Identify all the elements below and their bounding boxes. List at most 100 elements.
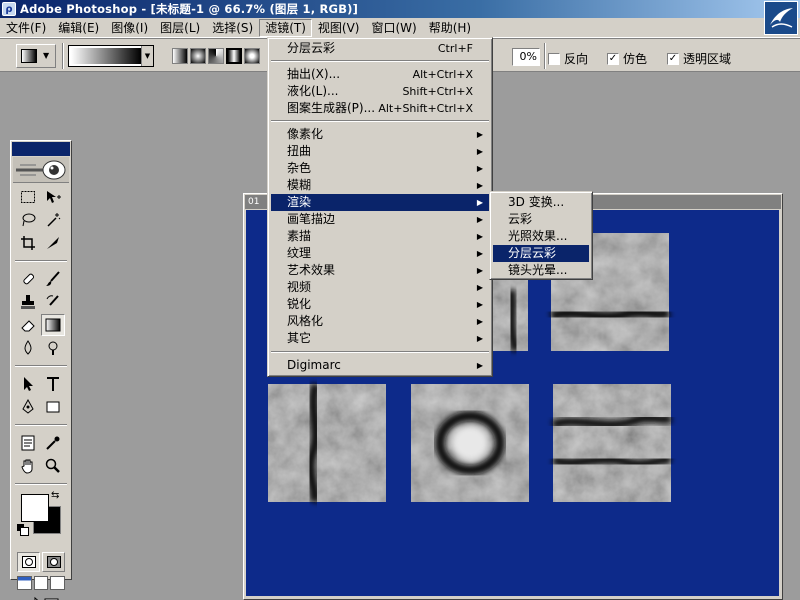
menu-item-video[interactable]: 视频 ▶ [271,279,489,296]
submenu-arrow-icon: ▶ [476,283,483,292]
clone-stamp-tool-icon[interactable] [16,291,40,313]
gradient-tool-icon[interactable] [41,314,65,336]
menu-item-clouds[interactable]: 云彩 [493,211,589,228]
default-colors-icon[interactable] [17,524,29,536]
submenu-label: 画笔描边 [287,212,336,226]
menu-image[interactable]: 图像(I) [105,19,154,37]
quick-mask-mode-button[interactable] [42,552,65,572]
gradient-dropdown-arrow-icon[interactable]: ▼ [141,46,153,66]
last-filter-label: 分层云彩 [287,41,336,55]
menu-item-texture[interactable]: 纹理 ▶ [271,245,489,262]
dither-checkbox[interactable]: ✓ [607,52,619,65]
menu-item-render[interactable]: 渲染 ▶ [271,194,489,211]
full-screen-menu-mode-icon[interactable] [33,576,49,590]
menu-item-liquify[interactable]: 液化(L)... Shift+Ctrl+X [271,83,489,100]
dither-option[interactable]: ✓ 仿色 [607,50,647,67]
zoom-tool-icon[interactable] [41,455,65,477]
reflected-gradient-button[interactable] [226,48,242,64]
shortcut-label: Alt+Shift+Ctrl+X [378,102,473,115]
menu-item-stylize[interactable]: 风格化 ▶ [271,313,489,330]
diamond-gradient-button[interactable] [244,48,260,64]
menu-item-brush-strokes[interactable]: 画笔描边 ▶ [271,211,489,228]
submenu-label: 像素化 [287,127,324,141]
swap-colors-icon[interactable]: ⇆ [51,490,59,501]
linear-gradient-button[interactable] [172,48,188,64]
submenu-arrow-icon: ▶ [476,147,483,156]
type-tool-icon[interactable] [41,373,65,395]
gradient-swatch[interactable] [71,48,141,64]
shortcut-label: Alt+Ctrl+X [412,68,473,81]
menu-filter[interactable]: 滤镜(T) [259,18,312,37]
menu-item-artistic[interactable]: 艺术效果 ▶ [271,262,489,279]
menu-item-pattern-maker[interactable]: 图案生成器(P)... Alt+Shift+Ctrl+X [271,100,489,117]
menu-view[interactable]: 视图(V) [312,19,366,37]
healing-brush-tool-icon[interactable] [16,268,40,290]
title-bar: ρ Adobe Photoshop - [未标题-1 @ 66.7% (图层 1… [0,0,800,18]
crop-tool-icon[interactable] [16,232,40,254]
menu-item-lighting-effects[interactable]: 光照效果... [493,228,589,245]
menu-select[interactable]: 选择(S) [206,19,259,37]
menu-item-digimarc[interactable]: Digimarc ▶ [271,357,489,374]
slice-tool-icon[interactable] [41,232,65,254]
dodge-tool-icon[interactable] [41,337,65,359]
reverse-option[interactable]: 反向 [548,50,588,67]
menu-window[interactable]: 窗口(W) [365,19,422,37]
rectangle-tool-icon[interactable] [41,396,65,418]
submenu-arrow-icon: ▶ [476,300,483,309]
submenu-label: 扭曲 [287,144,312,158]
standard-screen-mode-icon[interactable] [17,576,32,590]
menu-item-pixelate[interactable]: 像素化 ▶ [271,126,489,143]
menu-layer[interactable]: 图层(L) [154,19,206,37]
menu-item-other[interactable]: 其它 ▶ [271,330,489,347]
menu-item-last-filter[interactable]: 分层云彩 Ctrl+F [271,40,489,57]
menu-item-extract[interactable]: 抽出(X)... Alt+Ctrl+X [271,66,489,83]
menu-edit[interactable]: 编辑(E) [52,19,105,37]
move-tool-icon[interactable] [41,186,65,208]
blur-tool-icon[interactable] [16,337,40,359]
eraser-tool-icon[interactable] [16,314,40,336]
menu-item-difference-clouds[interactable]: 分层云彩 [493,245,589,262]
tool-preset-picker[interactable]: ▼ [16,44,56,68]
menu-item-sketch[interactable]: 素描 ▶ [271,228,489,245]
menu-item-noise[interactable]: 杂色 ▶ [271,160,489,177]
menu-item-3d-transform[interactable]: 3D 变换... [493,194,589,211]
menu-item-lens-flare[interactable]: 镜头光晕... [493,262,589,279]
transparency-checkbox[interactable]: ✓ [667,52,679,65]
standard-mode-button[interactable] [17,552,40,572]
menu-item-distort[interactable]: 扭曲 ▶ [271,143,489,160]
photoshop-app-icon[interactable]: ρ [2,2,16,16]
reverse-label: 反向 [564,52,589,66]
menu-item-sharpen[interactable]: 锐化 ▶ [271,296,489,313]
brush-tool-icon[interactable] [41,268,65,290]
path-selection-tool-icon[interactable] [16,373,40,395]
texture-tile [268,382,386,504]
magic-wand-tool-icon[interactable] [41,209,65,231]
foreground-color-swatch[interactable] [21,494,49,522]
menu-help[interactable]: 帮助(H) [423,19,477,37]
menu-file[interactable]: 文件(F) [0,19,52,37]
hand-tool-icon[interactable] [16,455,40,477]
notes-tool-icon[interactable] [16,432,40,454]
eyedropper-tool-icon[interactable] [41,432,65,454]
history-brush-tool-icon[interactable] [41,291,65,313]
jump-to-imageready-icon[interactable] [17,594,65,600]
toolbox-title-bar[interactable] [12,142,70,156]
lasso-tool-icon[interactable] [16,209,40,231]
shortcut-label: Shift+Ctrl+X [402,85,473,98]
adobe-eye-logo-icon[interactable] [13,157,69,183]
angle-gradient-button[interactable] [208,48,224,64]
reverse-checkbox[interactable] [548,52,560,65]
marquee-tool-icon[interactable] [16,186,40,208]
opacity-field[interactable]: 0% [512,48,540,66]
menu-item-blur[interactable]: 模糊 ▶ [271,177,489,194]
divider [15,365,67,367]
adobe-online-logo-icon[interactable] [764,1,798,35]
pen-tool-icon[interactable] [16,396,40,418]
radial-gradient-button[interactable] [190,48,206,64]
transparency-option[interactable]: ✓ 透明区域 [667,50,731,67]
submenu-label: 风格化 [287,314,324,328]
divider [271,60,489,62]
gradient-picker[interactable]: ▼ [68,45,154,67]
submenu-label: 视频 [287,280,312,294]
full-screen-mode-icon[interactable] [50,576,66,590]
